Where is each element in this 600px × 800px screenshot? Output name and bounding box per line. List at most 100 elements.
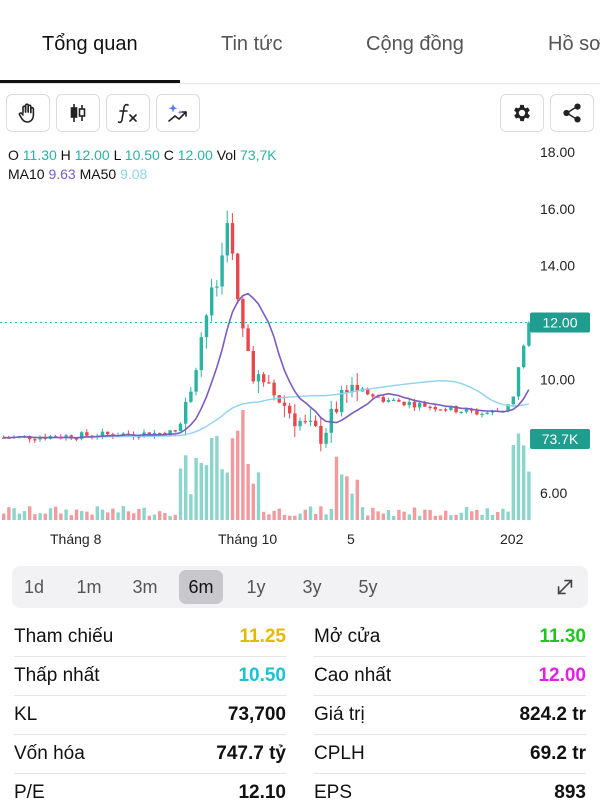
candle-body [511, 396, 515, 405]
volume-bar [137, 509, 141, 520]
fullscreen-button[interactable] [550, 572, 580, 602]
candle-body [438, 409, 443, 411]
volume-bar [12, 508, 16, 520]
volume-bar [381, 513, 385, 520]
function-icon [117, 103, 137, 124]
candle-body [189, 391, 193, 402]
volume-bar [95, 506, 99, 520]
value-stat-value: 824.2 tr [519, 704, 586, 725]
volume-bar [74, 509, 79, 520]
open-price-label: Mở cửa [314, 626, 381, 647]
volume-bar [236, 430, 240, 520]
range-5y-button[interactable]: 5y [346, 570, 390, 604]
volume-bar [64, 509, 68, 520]
volume-bar [459, 512, 463, 520]
volume-bar [215, 435, 219, 520]
volume-bar [241, 410, 245, 520]
range-3y-button[interactable]: 3y [290, 570, 334, 604]
volume-bar [100, 509, 105, 520]
candle-body [371, 394, 375, 397]
volume-bar [433, 515, 437, 520]
range-1m-button[interactable]: 1m [67, 570, 111, 604]
range-1d-button[interactable]: 1d [12, 570, 56, 604]
candle-body [433, 407, 437, 410]
volume-bar [402, 511, 406, 520]
market-cap-value: 747.7 tỷ [216, 743, 286, 764]
candle-body [288, 405, 292, 414]
volume-bar [423, 509, 427, 520]
ma50-value: 9.08 [120, 166, 148, 182]
close-value: 12.00 [177, 147, 213, 163]
range-3m-button[interactable]: 3m [123, 570, 167, 604]
ohlc-legend: O 11.30 H 12.00 L 10.50 C 12.00 Vol 73,7… [8, 146, 277, 184]
candle-body [464, 409, 469, 412]
candle-body [412, 401, 417, 408]
volume-bar [90, 514, 94, 520]
volume-bar [522, 445, 526, 520]
top-tab-bar: Tổng quan Tin tức Cộng đồng Hồ sơ [0, 0, 600, 84]
candle-body [236, 253, 240, 300]
candle-body [329, 408, 333, 433]
candle-body [267, 382, 271, 384]
range-1y-button[interactable]: 1y [234, 570, 278, 604]
y-axis-tick-label: 14.00 [540, 258, 575, 274]
volume-marker-label: 73.7K [542, 431, 579, 447]
volume-bar [54, 506, 58, 520]
volume-bar [350, 493, 354, 520]
ai-analysis-button[interactable] [156, 94, 200, 132]
volume-bar [142, 507, 146, 520]
price-chart[interactable]: 18.00 16.00 14.00 12.00 10.00 6.00 Tháng 8 Thá… [0, 140, 600, 560]
x-axis-tick-label: 202 [500, 531, 524, 547]
share-button[interactable] [550, 94, 594, 132]
shares-outstanding-value: 69.2 tr [530, 743, 586, 764]
candle-body [386, 400, 391, 402]
candle-body [381, 396, 385, 402]
candle-body [308, 420, 313, 422]
expand-icon [557, 579, 573, 595]
hand-tool-button[interactable] [6, 94, 50, 132]
tab-news[interactable]: Tin tức [221, 33, 283, 56]
tab-overview[interactable]: Tổng quan [42, 33, 138, 56]
volume-bar [386, 510, 391, 520]
sparkle-trend-icon [168, 104, 187, 122]
volume-bar [28, 506, 32, 520]
volume-bar [178, 468, 183, 520]
chart-settings-button[interactable] [500, 94, 544, 132]
candlestick-type-button[interactable] [56, 94, 100, 132]
stats-row: KL 73,700 Giá trị 824.2 tr [0, 696, 600, 735]
volume-bar [345, 476, 349, 520]
candle-body [522, 345, 526, 368]
volume-bar [464, 507, 469, 520]
high-label: H [60, 147, 71, 163]
volume-bar [121, 506, 125, 520]
indicator-button[interactable] [106, 94, 150, 132]
candle-body [480, 413, 484, 416]
volume-bar [454, 514, 458, 520]
volume-bar [272, 510, 276, 520]
volume-bar [324, 514, 328, 520]
candle-body [418, 402, 422, 408]
volume-label: Vol [216, 147, 237, 163]
market-cap-label: Vốn hóa [14, 743, 85, 764]
volume-bar [22, 511, 27, 520]
open-price-value: 11.30 [539, 626, 587, 647]
volume-bar [168, 515, 172, 520]
candle-body [444, 409, 448, 411]
stats-row: Tham chiếu 11.25 Mở cửa 11.30 [0, 618, 600, 657]
volume-bar [407, 514, 411, 520]
ma50-label: MA50 [79, 166, 117, 182]
volume-bar [470, 511, 474, 520]
candle-body [220, 255, 224, 287]
range-6m-button[interactable]: 6m [179, 570, 223, 604]
candle-body [241, 299, 245, 329]
pe-label: P/E [14, 782, 45, 800]
volume-bar [412, 507, 417, 520]
y-axis-tick-label: 18.00 [540, 144, 575, 160]
chart-toolbar [0, 94, 600, 134]
volume-bar [267, 514, 271, 520]
candle-body [230, 223, 235, 254]
candle-body [459, 411, 463, 413]
tab-profile[interactable]: Hồ sơ [548, 33, 600, 56]
volume-bar [449, 515, 453, 520]
tab-community[interactable]: Cộng đồng [366, 33, 464, 56]
